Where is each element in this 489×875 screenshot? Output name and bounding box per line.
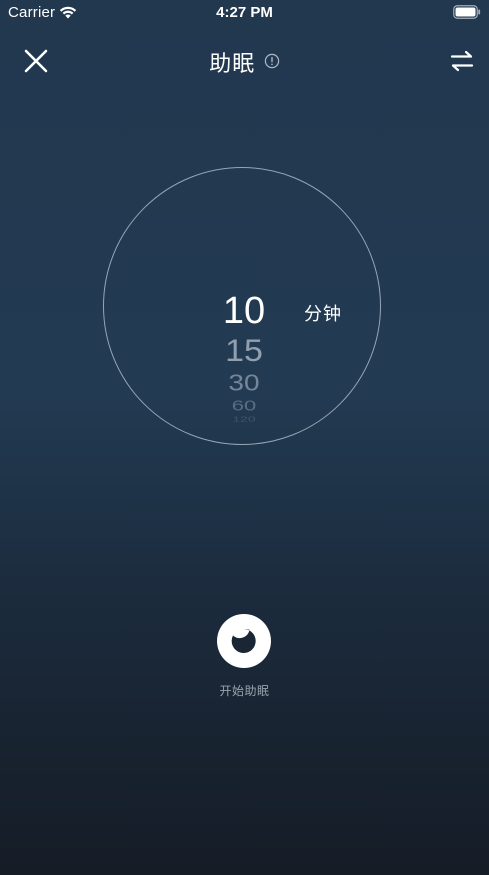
- duration-option[interactable]: 10: [194, 292, 294, 330]
- status-bar: Carrier 4:27 PM: [0, 0, 489, 26]
- status-time: 4:27 PM: [216, 4, 273, 21]
- duration-option[interactable]: 120: [194, 416, 294, 423]
- info-icon[interactable]: [264, 53, 280, 69]
- unit-label: 分钟: [304, 304, 342, 324]
- swap-arrows-icon: [450, 50, 474, 72]
- moon-icon: [231, 628, 256, 653]
- nav-bar: 助眠: [0, 36, 489, 84]
- start-sleep-label: 开始助眠: [219, 684, 270, 698]
- duration-option[interactable]: 15: [194, 335, 294, 366]
- swap-button[interactable]: [445, 44, 479, 78]
- start-sleep-button[interactable]: [217, 614, 271, 668]
- duration-option[interactable]: 30: [194, 371, 294, 395]
- timer-dial: 10 15 30 60 120 分钟: [103, 167, 381, 445]
- title-group: 助眠: [0, 46, 489, 78]
- battery-full-icon: [453, 5, 481, 19]
- duration-option[interactable]: 60: [194, 399, 294, 413]
- page-title: 助眠: [209, 51, 256, 76]
